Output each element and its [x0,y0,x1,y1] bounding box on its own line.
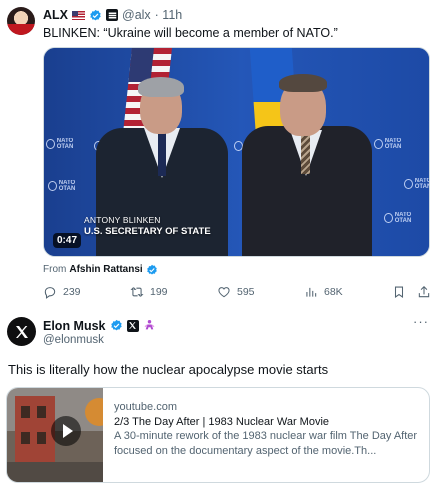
from-name[interactable]: Afshin Rattansi [69,264,142,275]
alx-avatar[interactable] [7,7,35,35]
card-description: A 30-minute rework of the 1983 nuclear w… [114,430,418,457]
share-button[interactable] [417,284,431,300]
author-name[interactable]: ALX [43,8,68,22]
views-button[interactable]: 68K [304,284,343,300]
nato-logo: NATO OTAN [384,210,424,226]
play-icon [51,416,81,446]
author-handle[interactable]: @elonmusk [43,334,104,346]
us-flag-icon [72,10,85,20]
nato-logo: NATO OTAN [46,136,86,152]
reply-button[interactable]: 239 [43,284,81,300]
nato-logo: NATO OTAN [374,136,414,152]
like-count: 595 [237,286,255,298]
quoted-tweet[interactable]: ALX @alx · 11h BLINKEN: “Ukraine will be… [0,0,441,305]
caption-name: ANTONY BLINKEN [84,215,161,225]
video-source: From Afshin Rattansi [43,263,159,276]
views-chart-icon [306,287,317,297]
like-button[interactable]: 595 [217,284,255,300]
bookmark-icon [394,286,404,298]
card-domain: youtube.com [114,401,177,413]
reply-icon [44,287,56,299]
repost-count: 199 [150,286,168,298]
emoji-icon [143,318,156,334]
quoted-tweet-text: BLINKEN: “Ukraine will become a member o… [43,26,338,40]
main-tweet-text: This is literally how the nuclear apocal… [8,362,329,377]
quoted-tweet-header: ALX @alx · 11h [43,7,182,23]
x-logo-icon [15,325,28,338]
author-name[interactable]: Elon Musk [43,319,106,333]
repost-icon [130,287,144,297]
more-options-icon[interactable]: ··· [413,314,429,329]
view-count: 68K [324,286,343,298]
from-label: From [43,264,67,275]
caption-title: U.S. SECRETARY OF STATE [84,226,211,237]
bookmark-button[interactable] [392,284,406,300]
verified-badge-icon [110,319,123,332]
main-tweet[interactable]: Elon Musk @elonmusk ··· This is literall… [0,306,441,489]
nato-logo: NATO OTAN [48,178,88,194]
main-tweet-header: Elon Musk [43,318,156,333]
link-preview-card[interactable]: youtube.com 2/3 The Day After | 1983 Nuc… [6,387,430,483]
elon-musk-avatar[interactable] [7,317,36,346]
affiliate-badge-icon [106,9,118,21]
reply-count: 239 [63,286,81,298]
author-handle[interactable]: @alx [122,8,151,22]
nato-logo: NATO OTAN [404,176,429,192]
video-duration: 0:47 [53,233,82,248]
video-player[interactable]: NATO OTAN NATO OTAN NATO OTAN NATO OTAN … [43,47,430,257]
heart-icon [218,287,230,298]
video-caption: ANTONY BLINKEN U.S. SECRETARY OF STATE [84,215,211,237]
card-thumbnail [7,388,103,482]
verified-badge-icon [146,263,159,276]
card-body: youtube.com 2/3 The Day After | 1983 Nuc… [114,400,426,458]
person-kuleba [242,70,372,256]
tweet-time[interactable]: · 11h [155,8,183,22]
share-icon [418,286,430,298]
x-affiliate-badge-icon [126,319,139,332]
card-title: 2/3 The Day After | 1983 Nuclear War Mov… [114,415,330,428]
verified-badge-icon [89,9,102,22]
repost-button[interactable]: 199 [130,284,168,300]
